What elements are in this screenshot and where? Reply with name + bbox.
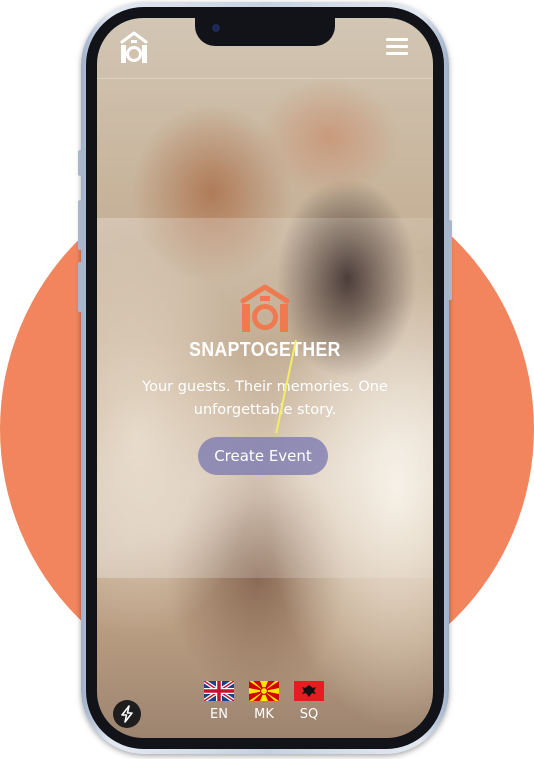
tagline: Your guests. Their memories. One unforge… (142, 379, 388, 418)
language-label-mk: MK (254, 707, 274, 722)
brand-name: SNAPTOGETHER (189, 339, 341, 361)
uk-flag-icon (204, 681, 234, 701)
hamburger-menu-icon[interactable] (386, 38, 408, 56)
language-label-en: EN (210, 707, 228, 722)
albania-flag-icon (294, 681, 324, 701)
lightning-bolt-icon (121, 705, 133, 723)
north-macedonia-flag-icon (249, 681, 279, 701)
phone-volume-up-button (78, 200, 83, 250)
header-divider (97, 78, 433, 79)
front-camera (212, 24, 220, 32)
house-camera-logo[interactable] (118, 30, 150, 66)
phone-volume-down-button (78, 262, 83, 312)
language-option-sq[interactable]: SQ (293, 681, 325, 722)
brand-logo-icon (240, 284, 290, 332)
language-option-en[interactable]: EN (203, 681, 235, 722)
language-label-sq: SQ (299, 707, 319, 722)
create-event-button[interactable]: Create Event (198, 437, 328, 475)
language-option-mk[interactable]: MK (248, 681, 280, 722)
quick-action-button[interactable] (113, 700, 141, 728)
phone-power-button (447, 220, 452, 300)
phone-mute-switch (78, 150, 83, 176)
